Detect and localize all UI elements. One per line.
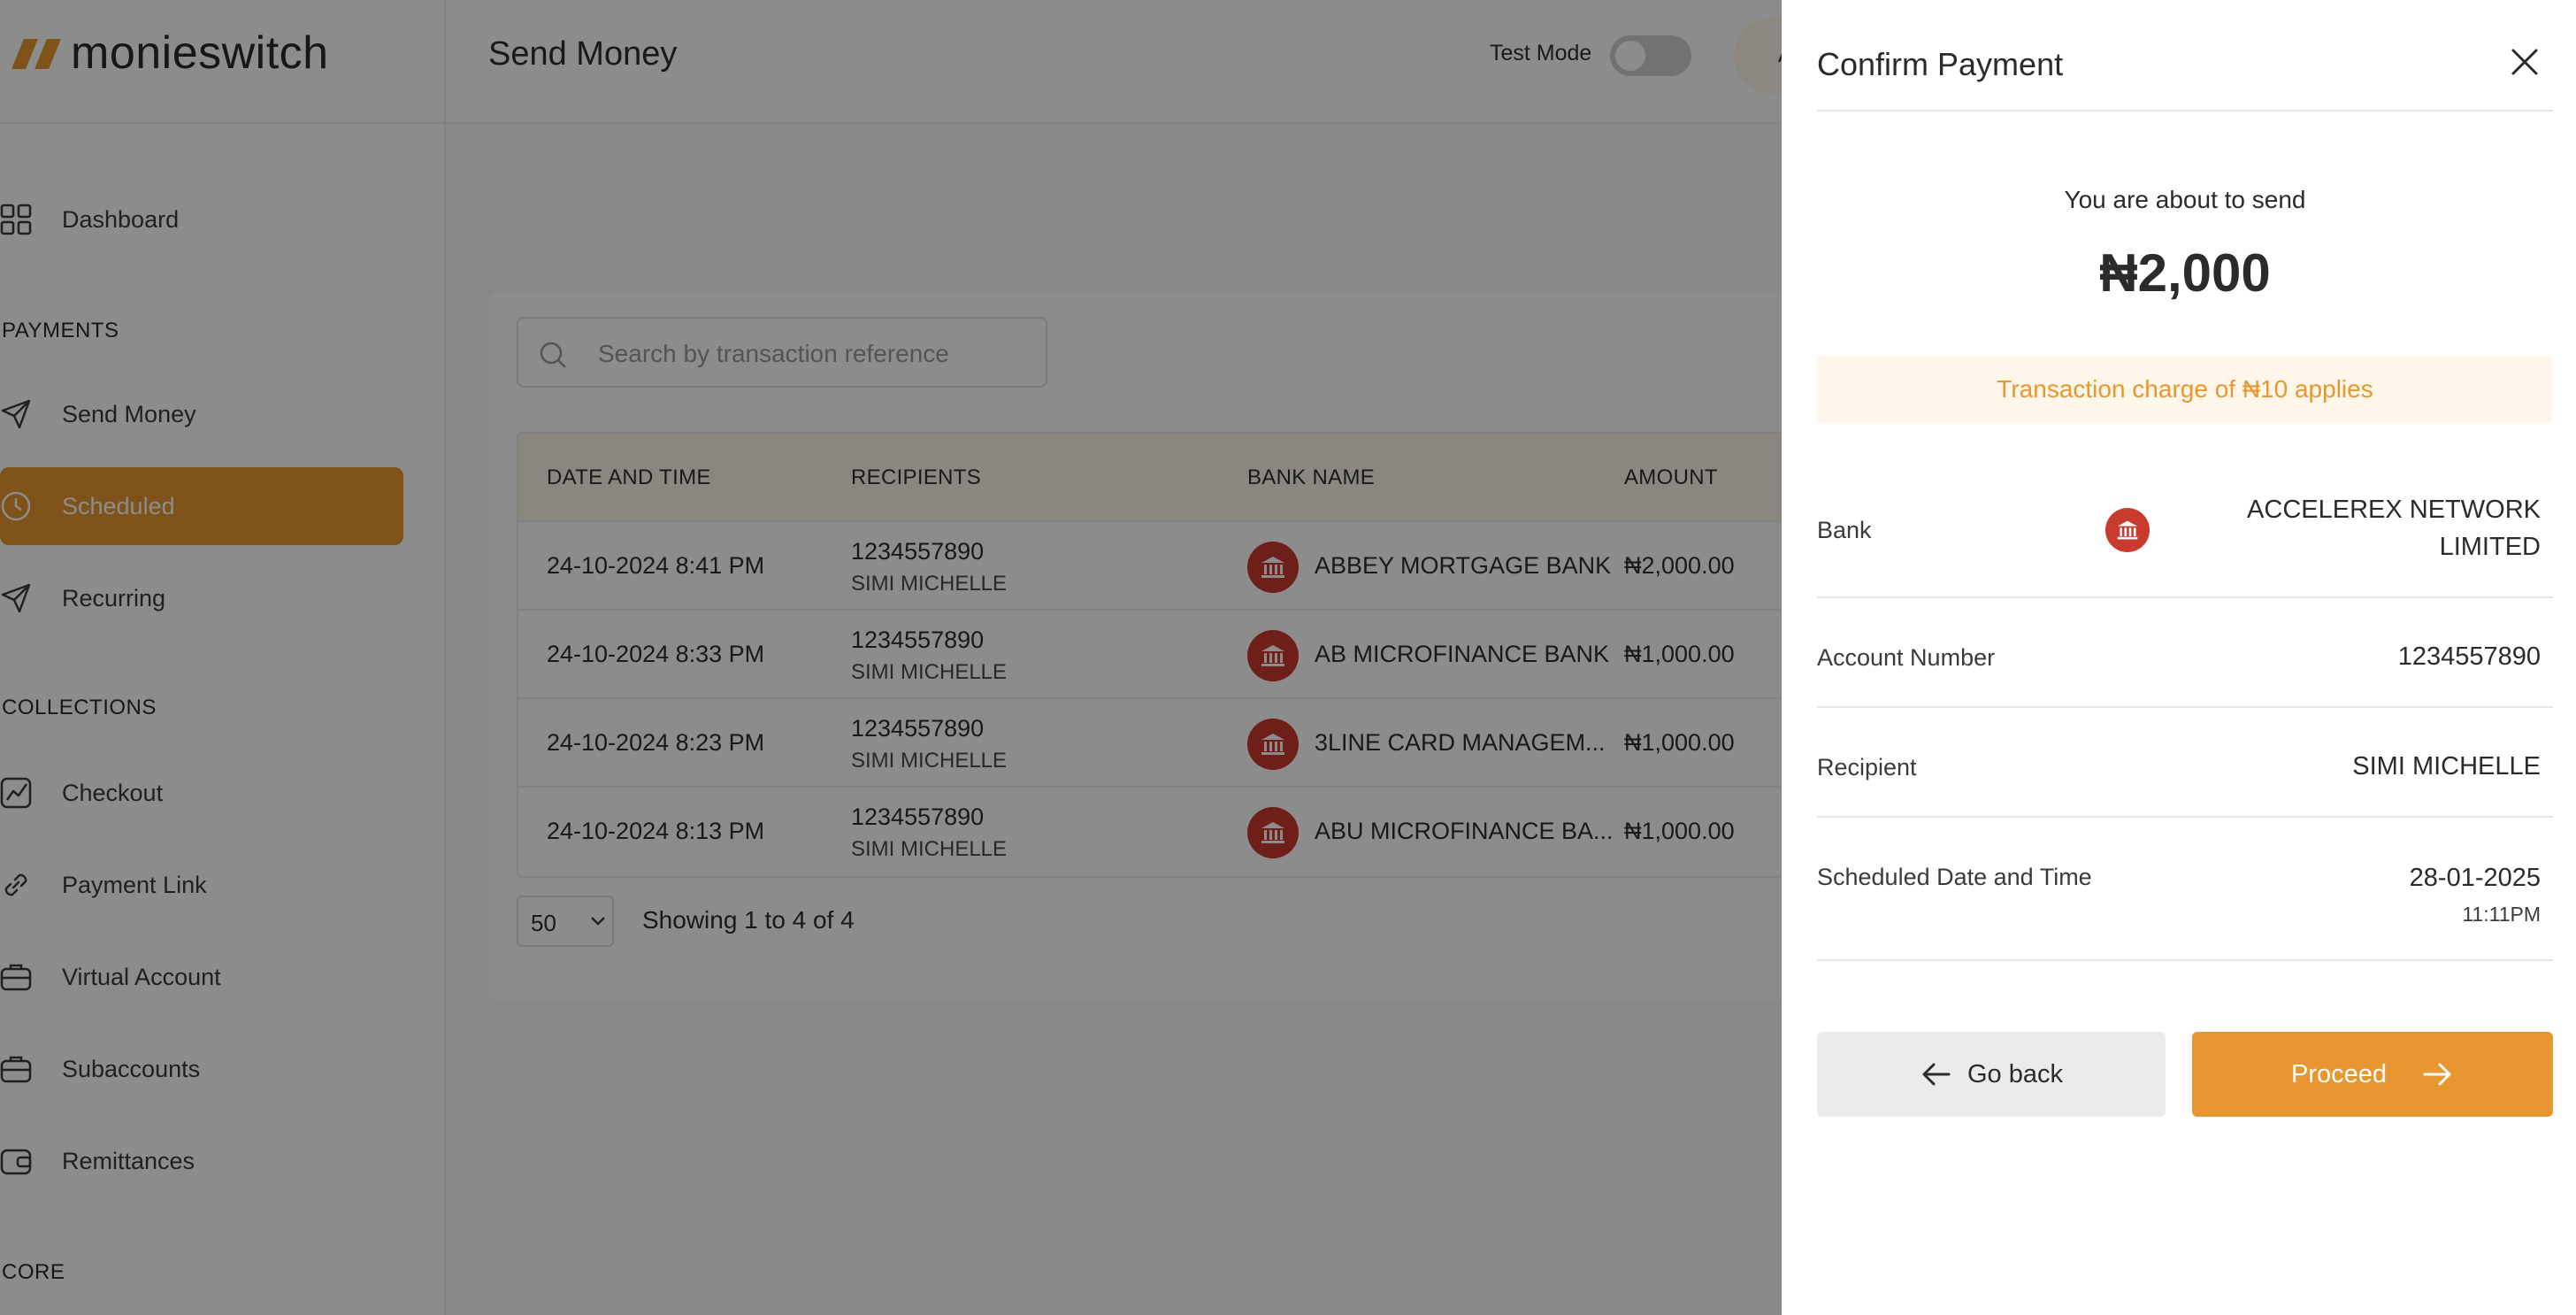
drawer-title: Confirm Payment: [1817, 46, 2064, 82]
modal-backdrop[interactable]: [0, 0, 1782, 1315]
account-number-value: 1234557890: [2397, 642, 2541, 671]
bank-value-line2: LIMITED: [2439, 533, 2541, 561]
divider: [1817, 706, 2553, 708]
about-to-send-text: You are about to send: [2064, 186, 2306, 213]
payment-amount: ₦2,000: [2099, 243, 2271, 303]
divider: [1817, 959, 2553, 961]
divider: [1817, 816, 2553, 818]
divider: [1817, 110, 2553, 112]
arrow-right-icon: [2423, 1063, 2451, 1086]
recipient-value: SIMI MICHELLE: [2352, 752, 2541, 781]
scheduled-time: 11:11PM: [2462, 903, 2541, 926]
scheduled-label: Scheduled Date and Time: [1817, 864, 2092, 890]
go-back-label: Go back: [1967, 1060, 2063, 1088]
recipient-label: Recipient: [1817, 754, 1917, 781]
confirm-payment-drawer: Confirm Payment You are about to send ₦2…: [1782, 0, 2576, 1315]
account-number-label: Account Number: [1817, 644, 1996, 671]
arrow-left-icon: [1922, 1063, 1951, 1086]
close-icon[interactable]: [2507, 44, 2542, 80]
bank-label: Bank: [1817, 517, 1872, 543]
bank-icon: [2105, 508, 2150, 552]
bank-value-line1: ACCELEREX NETWORK: [2247, 496, 2541, 524]
divider: [1817, 596, 2553, 598]
proceed-label: Proceed: [2291, 1060, 2388, 1088]
charge-notice: Transaction charge of ₦10 applies: [1817, 356, 2553, 423]
scheduled-date: 28-01-2025: [2409, 864, 2541, 892]
go-back-button[interactable]: Go back: [1817, 1032, 2166, 1117]
proceed-button[interactable]: Proceed: [2192, 1032, 2553, 1117]
